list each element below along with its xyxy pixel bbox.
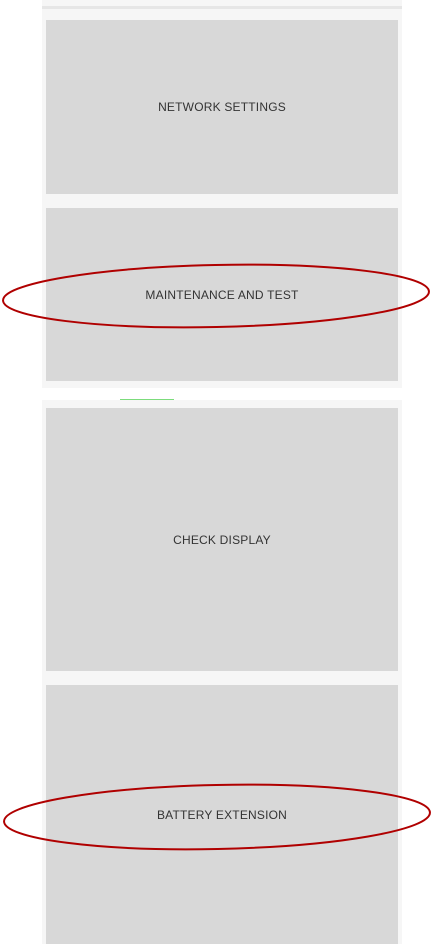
network-settings-label: NETWORK SETTINGS (158, 100, 286, 114)
battery-extension-button[interactable]: BATTERY EXTENSION (46, 685, 398, 944)
battery-extension-label: BATTERY EXTENSION (156, 807, 288, 822)
maintenance-and-test-button[interactable]: MAINTENANCE AND TEST (46, 208, 398, 381)
maintenance-and-test-label: MAINTENANCE AND TEST (145, 287, 299, 302)
network-settings-button[interactable]: NETWORK SETTINGS (46, 20, 398, 194)
check-display-button[interactable]: CHECK DISPLAY (46, 408, 398, 671)
check-display-label: CHECK DISPLAY (173, 532, 271, 547)
top-divider (42, 6, 402, 9)
